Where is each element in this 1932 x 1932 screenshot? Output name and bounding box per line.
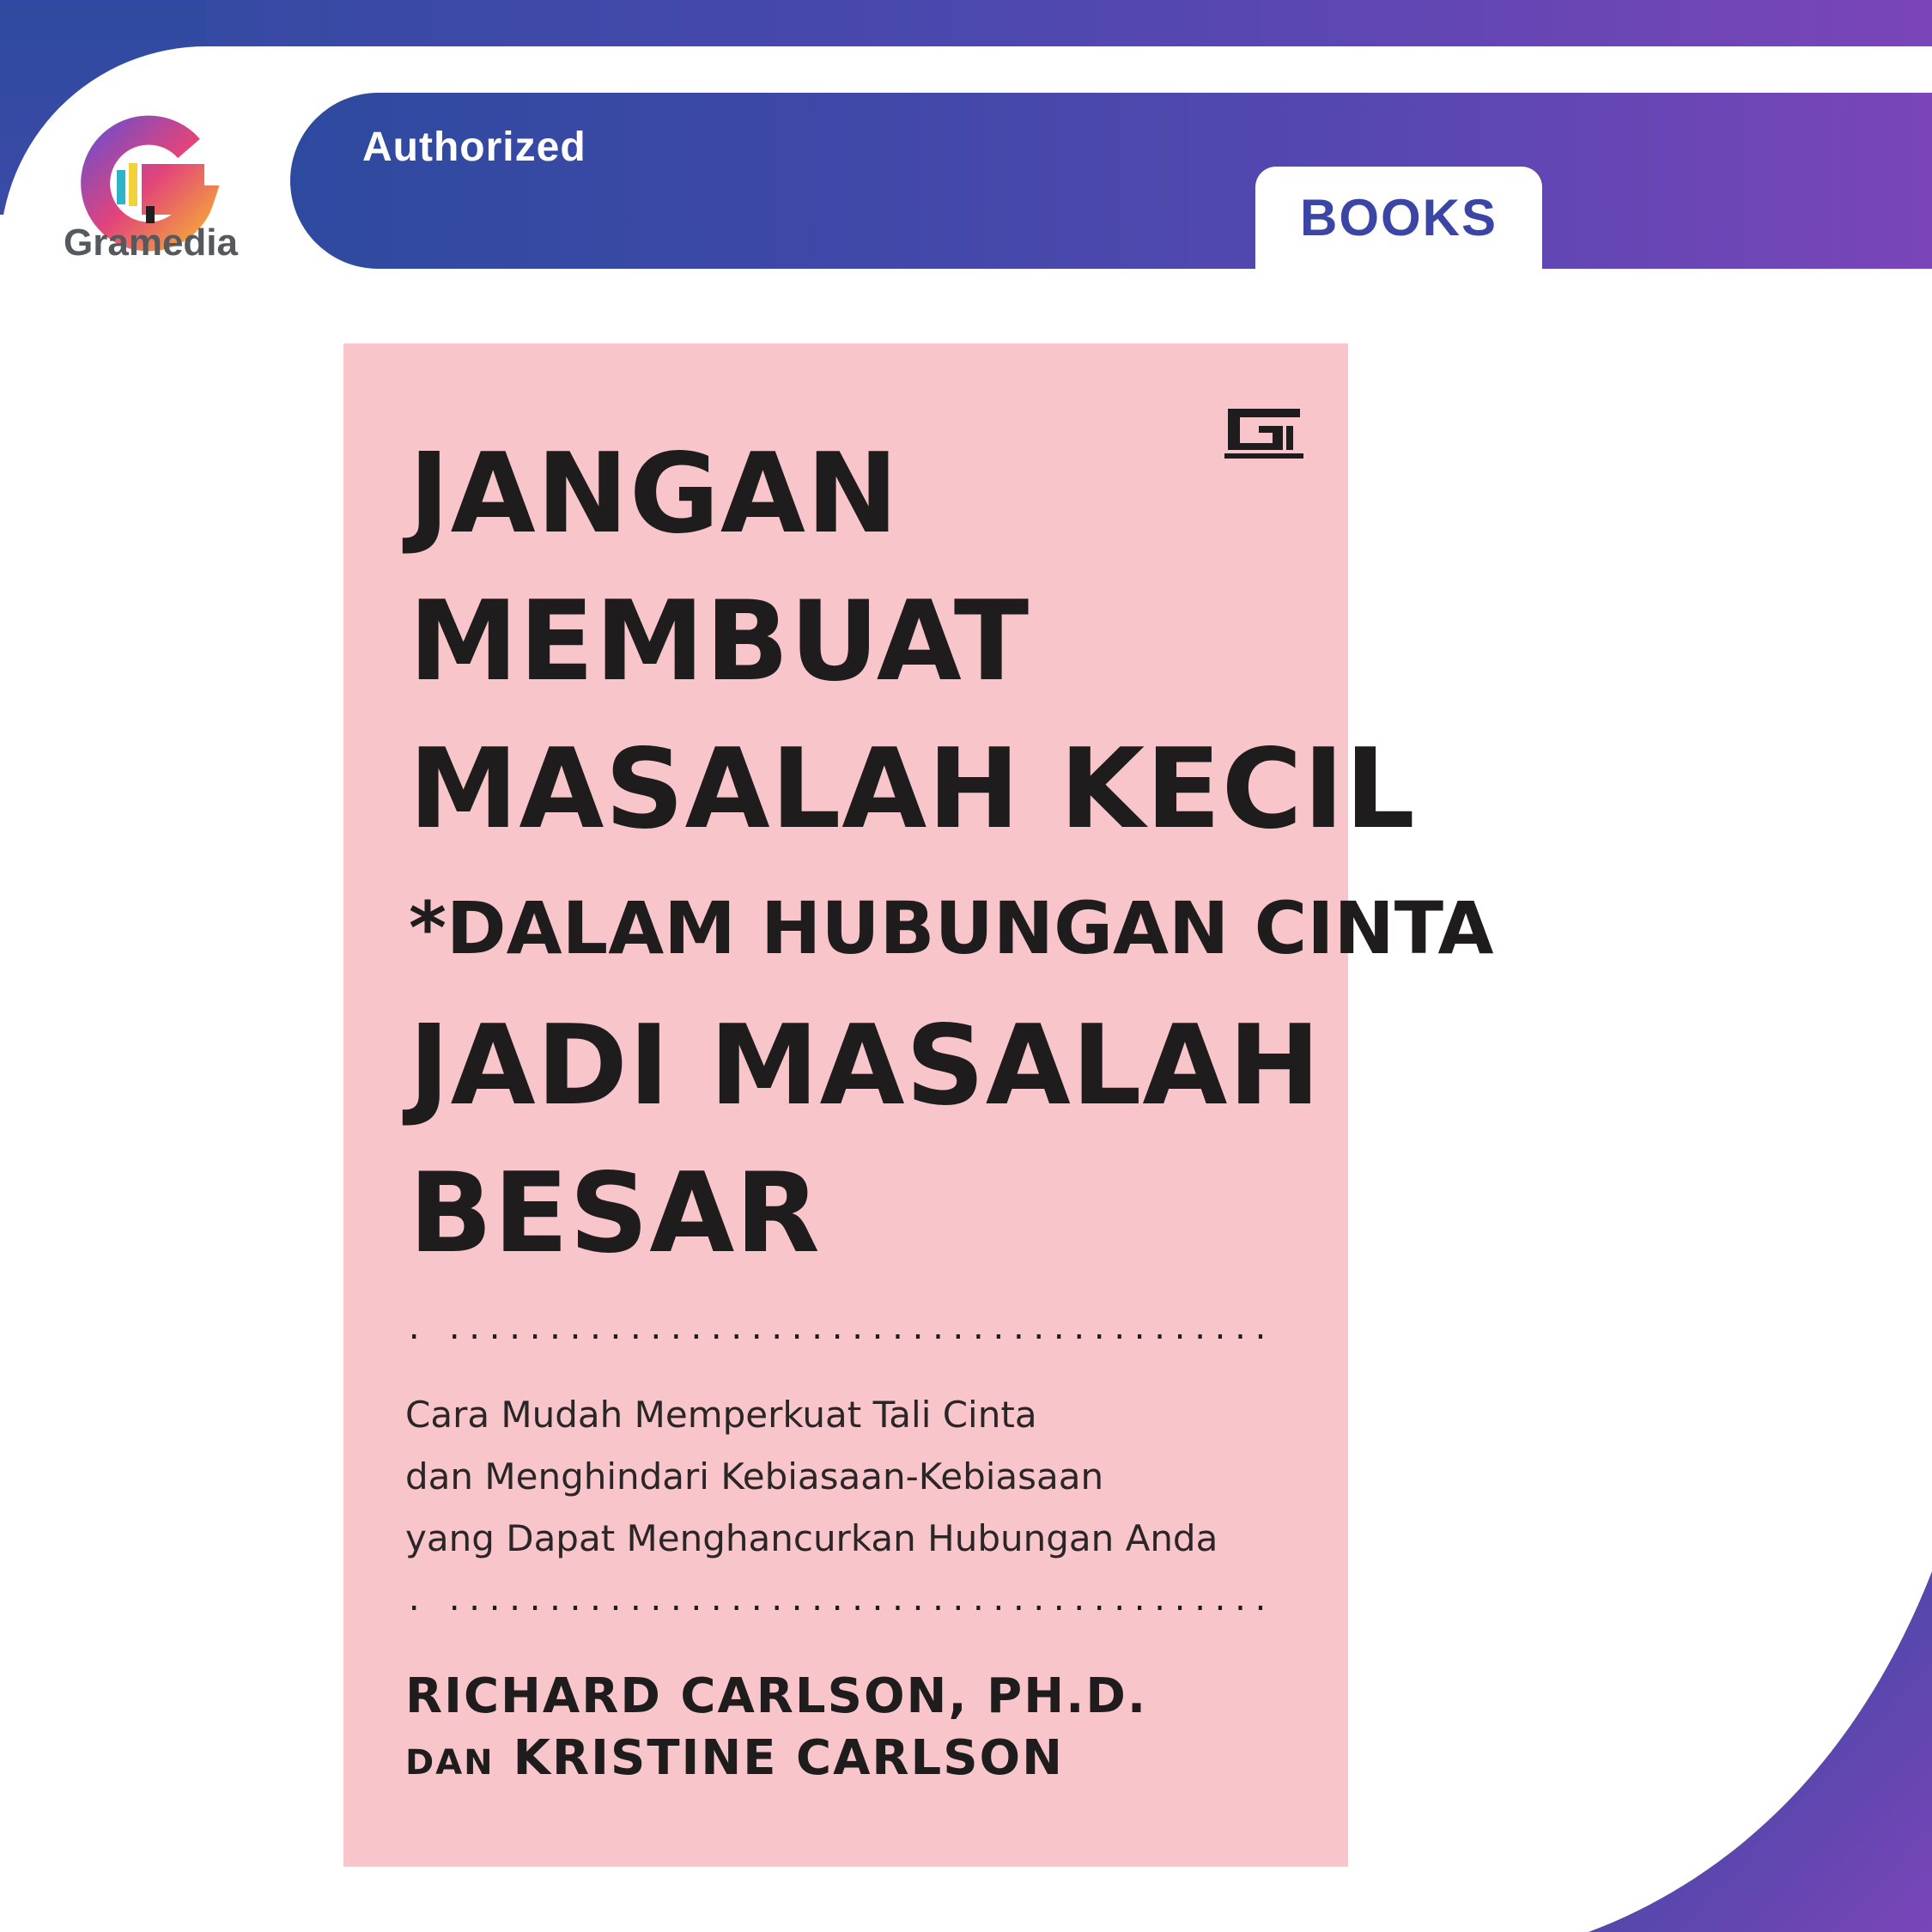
tagline-line: yang Dapat Menghancurkan Hubungan Anda — [405, 1517, 1218, 1559]
book-tagline: Cara Mudah Memperkuat Tali Cinta dan Men… — [405, 1384, 1218, 1570]
corner-swoosh — [1589, 1571, 1932, 1932]
book-title: JANGAN MEMBUAT MASALAH KECIL *DALAM HUBU… — [409, 421, 1494, 1288]
author-2: KRISTINE CARLSON — [513, 1730, 1065, 1786]
tagline-line: Cara Mudah Memperkuat Tali Cinta — [405, 1394, 1037, 1436]
title-line: MASALAH KECIL — [409, 726, 1416, 854]
dotted-divider: . ......................................… — [405, 1583, 1264, 1618]
title-subline: *DALAM HUBUNGAN CINTA — [409, 886, 1494, 970]
books-tab: BOOKS — [1255, 167, 1542, 269]
title-line: JANGAN — [409, 430, 900, 558]
book-cover: JANGAN MEMBUAT MASALAH KECIL *DALAM HUBU… — [343, 343, 1494, 1867]
author-1: RICHARD CARLSON, PH.D. — [405, 1668, 1148, 1724]
product-image: Authorized BOOKS Gramedia JANGAN MEMBUAT… — [0, 0, 1932, 1932]
top-gradient-band — [0, 0, 1932, 46]
title-line: BESAR — [409, 1150, 821, 1278]
title-line: MEMBUAT — [409, 578, 1030, 706]
author-conjunction: DAN — [405, 1743, 495, 1783]
header-banner — [290, 93, 1932, 269]
authorized-label: Authorized — [362, 125, 586, 170]
gramedia-wordmark: Gramedia — [64, 222, 238, 264]
title-line: JADI MASALAH — [409, 1002, 1321, 1130]
author-line-2: DAN KRISTINE CARLSON — [405, 1728, 1147, 1794]
dotted-divider: . ......................................… — [405, 1312, 1264, 1346]
book-authors: RICHARD CARLSON, PH.D. DAN KRISTINE CARLS… — [405, 1666, 1147, 1794]
tagline-line: dan Menghindari Kebiasaan-Kebiasaan — [405, 1455, 1104, 1498]
